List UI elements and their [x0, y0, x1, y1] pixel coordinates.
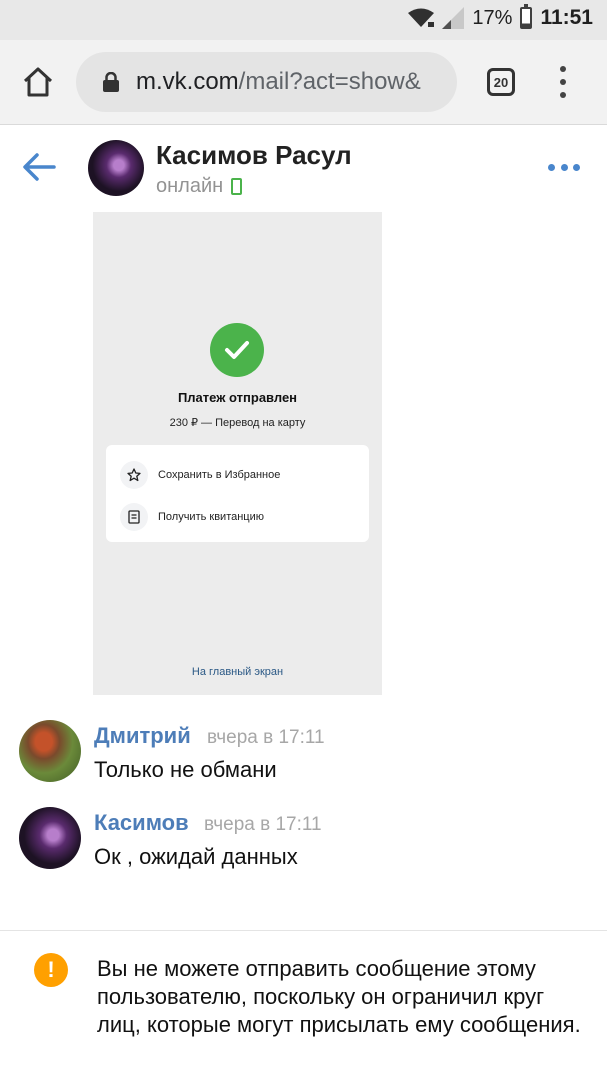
status-bar: 17% 11:51	[0, 0, 607, 40]
save-to-favorites-row: Сохранить в Избранное	[120, 459, 280, 491]
get-receipt-label: Получить квитанцию	[158, 511, 265, 523]
battery-icon	[520, 4, 533, 29]
photo-attachment[interactable]: Платеж отправлен 230 ₽ — Перевод на карт…	[93, 212, 382, 695]
lock-icon	[103, 72, 119, 92]
clock: 11:51	[540, 6, 593, 29]
message-text: Только не обмани	[94, 757, 277, 782]
contact-name[interactable]: Касимов Расул	[156, 140, 352, 171]
menu-dot	[560, 66, 566, 72]
receipt-icon	[120, 503, 148, 531]
notice-text: Вы не можете отправить сообщение этому п…	[97, 956, 581, 1037]
payment-title: Платеж отправлен	[177, 390, 298, 405]
online-status: онлайн	[156, 175, 243, 198]
sender-avatar[interactable]	[19, 807, 81, 869]
get-receipt-row: Получить квитанцию	[120, 501, 264, 533]
sender-avatar[interactable]	[19, 720, 81, 782]
browser-menu-button[interactable]	[553, 66, 573, 98]
home-icon	[23, 67, 53, 97]
contact-avatar[interactable]	[88, 140, 144, 196]
more-dot	[560, 164, 568, 171]
url-text: m.vk.com/mail?act=show&	[136, 68, 421, 96]
message-time: вчера в 17:11	[204, 814, 322, 835]
url-path: /mail?act=show&	[238, 68, 421, 95]
payment-subtitle: 230 ₽ — Перевод на карту	[169, 417, 306, 429]
warning-icon: !	[34, 953, 68, 987]
tab-count: 20	[493, 74, 509, 90]
battery-percent: 17%	[472, 6, 513, 29]
message-time: вчера в 17:11	[207, 727, 325, 748]
url-host: m.vk.com	[136, 68, 239, 95]
mobile-phone-icon	[231, 178, 243, 195]
address-bar[interactable]: m.vk.com/mail?act=show&	[76, 52, 457, 112]
star-icon	[120, 461, 148, 489]
message-text: Ок , ожидай данных	[94, 844, 298, 869]
menu-dot	[560, 92, 566, 98]
online-status-label: онлайн	[156, 175, 224, 197]
home-screen-link: На главный экран	[191, 666, 284, 678]
wifi-icon	[408, 8, 435, 27]
more-dot	[548, 164, 555, 171]
more-options-button[interactable]	[548, 164, 580, 174]
save-to-favorites-label: Сохранить в Избранное	[158, 469, 281, 481]
browser-toolbar: m.vk.com/mail?act=show& 20	[0, 40, 607, 125]
back-arrow-icon[interactable]	[22, 152, 58, 182]
chat-header: Касимов Расул онлайн	[0, 126, 607, 210]
messaging-restricted-notice: ! Вы не можете отправить сообщение этому…	[0, 930, 607, 1080]
cell-signal-icon	[442, 7, 465, 29]
message-author[interactable]: Дмитрий	[94, 723, 191, 749]
message-author[interactable]: Касимов	[94, 810, 189, 836]
menu-dot	[560, 79, 566, 85]
payment-actions-card: Сохранить в Избранное Получить квитанцию	[106, 445, 369, 542]
more-dot	[573, 164, 580, 171]
success-check-icon	[210, 323, 264, 377]
tab-switcher-button[interactable]: 20	[487, 68, 515, 96]
home-button[interactable]	[20, 64, 56, 100]
